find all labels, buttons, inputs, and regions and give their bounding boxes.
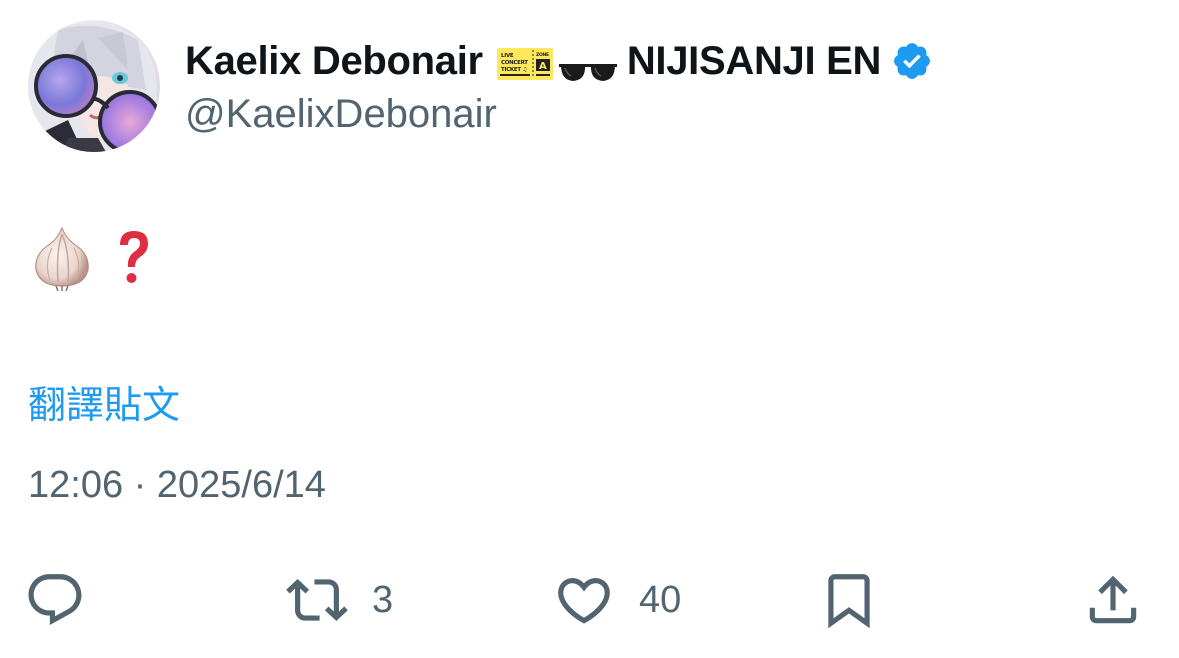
sunglasses-icon xyxy=(558,49,617,81)
timestamp[interactable]: 12:06 · 2025/6/14 xyxy=(28,464,326,507)
concert-ticket-icon: LIVE CONCERT TICKET ♫ ZONE A xyxy=(496,45,553,80)
reply-icon xyxy=(28,574,82,626)
author-name-row[interactable]: Kaelix Debonair LIVE CONCERT TICKET ♫ ZO… xyxy=(185,38,933,84)
like-button[interactable]: 40 xyxy=(553,560,681,640)
reply-button[interactable] xyxy=(24,560,110,640)
garlic-icon xyxy=(28,224,96,292)
svg-text:CONCERT: CONCERT xyxy=(501,60,528,66)
action-bar: 3 40 xyxy=(0,560,1179,640)
svg-text:LIVE: LIVE xyxy=(501,53,514,59)
red-question-mark-icon xyxy=(114,229,154,287)
bookmark-icon xyxy=(828,574,870,629)
retweet-icon xyxy=(286,579,348,621)
share-button[interactable] xyxy=(1082,560,1144,640)
avatar[interactable] xyxy=(28,20,160,152)
svg-text:ZONE: ZONE xyxy=(536,52,549,58)
avatar-image xyxy=(28,20,160,152)
like-count: 40 xyxy=(639,578,682,621)
display-name[interactable]: Kaelix Debonair xyxy=(185,39,483,84)
retweet-button[interactable]: 3 xyxy=(286,560,393,640)
share-icon xyxy=(1089,575,1137,624)
bookmark-button[interactable] xyxy=(818,560,880,640)
tweet-text xyxy=(28,222,154,294)
retweet-count: 3 xyxy=(372,578,394,621)
heart-icon xyxy=(558,578,610,624)
svg-text:A: A xyxy=(539,61,547,72)
verified-badge-icon[interactable] xyxy=(891,40,933,82)
svg-text:TICKET ♫: TICKET ♫ xyxy=(501,67,527,73)
author-handle[interactable]: @KaelixDebonair xyxy=(185,92,497,137)
translate-post-link[interactable]: 翻譯貼文 xyxy=(28,374,180,429)
display-name-suffix[interactable]: NIJISANJI EN xyxy=(627,39,882,84)
